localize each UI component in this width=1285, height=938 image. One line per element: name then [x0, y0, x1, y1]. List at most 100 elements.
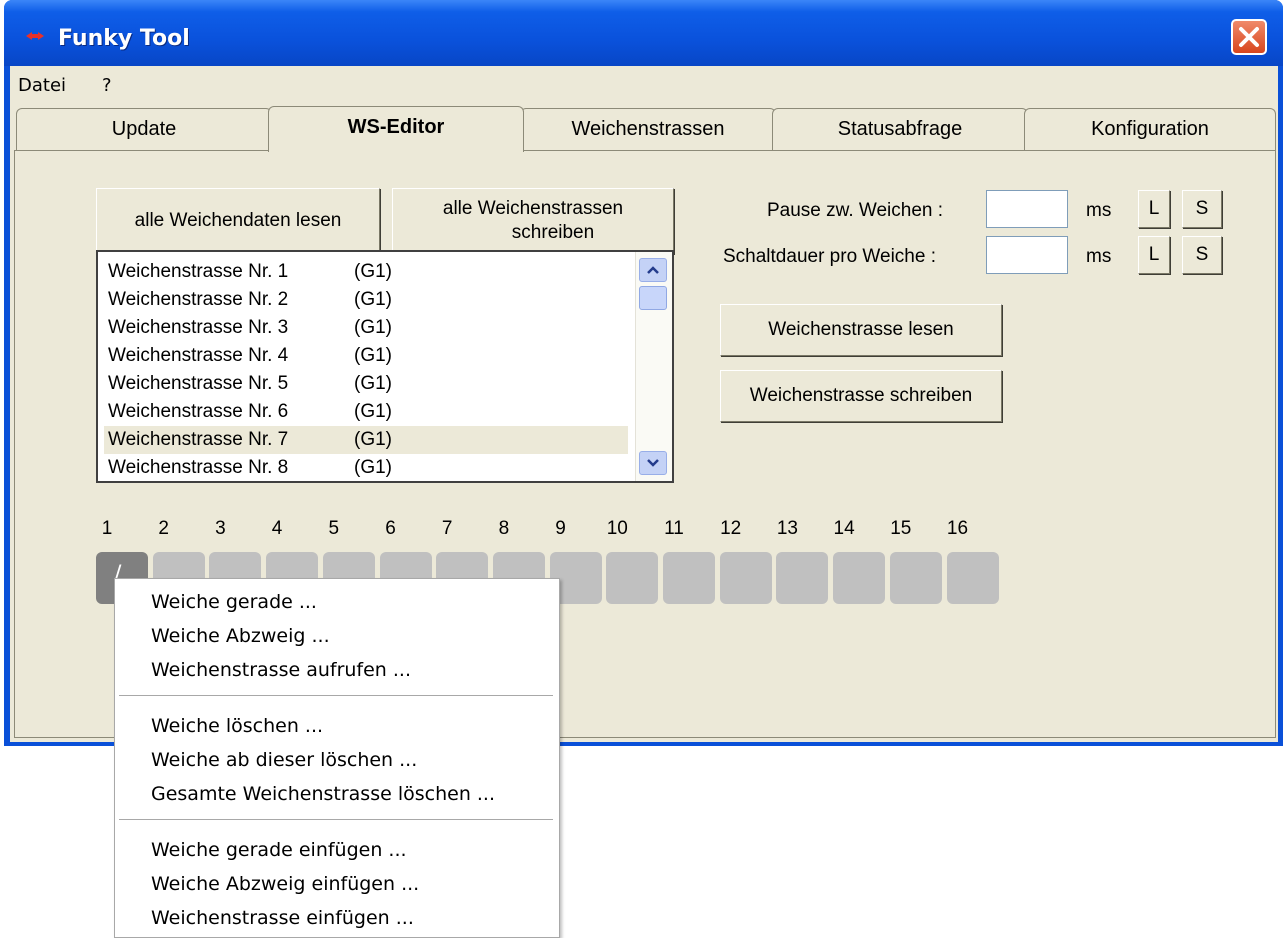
switch-slot[interactable]	[776, 552, 829, 604]
list-item-name: Weichenstrasse Nr. 5	[108, 373, 289, 394]
list-item-group: (G1)	[354, 317, 392, 338]
list-item-group: (G1)	[354, 373, 392, 394]
tab-statusabfrage[interactable]: Statusabfrage	[772, 108, 1028, 150]
list-item-group: (G1)	[354, 401, 392, 422]
switch-slot[interactable]	[946, 552, 999, 604]
duration-save-label: S	[1195, 244, 1209, 265]
app-icon	[26, 32, 44, 40]
read-all-button[interactable]: alle Weichendaten lesen	[96, 188, 380, 254]
slot-number: 15	[890, 518, 912, 539]
duration-load-label: L	[1148, 244, 1160, 265]
duration-save-button[interactable]: S	[1182, 236, 1222, 274]
tab-ws-editor[interactable]: WS-Editor	[268, 106, 524, 152]
chevron-down-icon	[647, 459, 659, 467]
switch-slot[interactable]	[719, 552, 772, 604]
tab-weichenstrassen[interactable]: Weichenstrassen	[520, 108, 776, 150]
list-item[interactable]: Weichenstrasse Nr. 1 (G1)	[104, 258, 628, 286]
read-all-label: alle Weichendaten lesen	[134, 210, 342, 231]
chevron-up-icon	[647, 266, 659, 274]
list-item-group: (G1)	[354, 345, 392, 366]
slot-number: 12	[720, 518, 742, 539]
list-item-group: (G1)	[354, 289, 392, 310]
route-listbox[interactable]: Weichenstrasse Nr. 1 (G1) Weichenstrasse N…	[96, 250, 674, 483]
list-item-name: Weichenstrasse Nr. 8	[108, 457, 289, 478]
write-route-label: Weichenstrasse schreiben	[749, 385, 973, 406]
write-all-button[interactable]: alle Weichenstrassen schreiben	[392, 188, 674, 254]
title-bar[interactable]: Funky Tool	[4, 0, 1283, 66]
write-all-label-line2: schreiben	[511, 222, 595, 243]
list-item-group: (G1)	[354, 429, 392, 450]
switch-slot[interactable]	[889, 552, 942, 604]
list-item-name: Weichenstrasse Nr. 3	[108, 317, 289, 338]
ctx-weiche-loeschen[interactable]: Weiche löschen ...	[151, 715, 323, 737]
slot-number: 7	[441, 518, 453, 539]
tab-konfiguration[interactable]: Konfiguration	[1024, 108, 1276, 150]
context-menu: Weiche gerade ... Weiche Abzweig ... Wei…	[114, 578, 560, 938]
pause-unit: ms	[1086, 200, 1112, 221]
window-title: Funky Tool	[58, 26, 190, 51]
write-route-button[interactable]: Weichenstrasse schreiben	[720, 370, 1002, 422]
duration-load-button[interactable]: L	[1138, 236, 1170, 274]
slot-number: 3	[215, 518, 226, 539]
list-item[interactable]: Weichenstrasse Nr. 3 (G1)	[104, 314, 628, 342]
list-item-group: (G1)	[354, 261, 392, 282]
pause-input[interactable]	[986, 190, 1068, 228]
slot-number: 4	[271, 518, 283, 539]
slot-number: 13	[776, 518, 798, 539]
pause-load-label: L	[1148, 198, 1160, 219]
list-item-name: Weichenstrasse Nr. 6	[108, 401, 289, 422]
menu-bar: Datei ?	[10, 66, 1278, 106]
list-item[interactable]: Weichenstrasse Nr. 2 (G1)	[104, 286, 628, 314]
pause-load-button[interactable]: L	[1138, 190, 1170, 228]
list-item[interactable]: Weichenstrasse Nr. 5 (G1)	[104, 370, 628, 398]
write-all-label-line1: alle Weichenstrassen	[442, 198, 624, 219]
ctx-route-aufrufen[interactable]: Weichenstrasse aufrufen ...	[151, 659, 411, 681]
slot-number: 1	[101, 518, 113, 539]
list-item-name: Weichenstrasse Nr. 4	[108, 345, 289, 366]
read-route-button[interactable]: Weichenstrasse lesen	[720, 304, 1002, 356]
ctx-route-einfuegen[interactable]: Weichenstrasse einfügen ...	[151, 907, 414, 929]
slot-number: 5	[328, 518, 340, 539]
list-item-name: Weichenstrasse Nr. 1	[108, 261, 289, 282]
list-item[interactable]: Weichenstrasse Nr. 4 (G1)	[104, 342, 628, 370]
list-item-group: (G1)	[354, 457, 392, 478]
slot-number: 14	[833, 518, 855, 539]
pause-label: Pause zw. Weichen :	[767, 200, 944, 221]
menu-help[interactable]: ?	[102, 75, 112, 96]
slot-number: 10	[606, 518, 628, 539]
ctx-gerade-einfuegen[interactable]: Weiche gerade einfügen ...	[151, 839, 407, 861]
list-item-name: Weichenstrasse Nr. 2	[108, 289, 289, 310]
pause-save-button[interactable]: S	[1182, 190, 1222, 228]
slot-number: 9	[555, 518, 566, 539]
close-button[interactable]	[1231, 19, 1267, 55]
duration-input[interactable]	[986, 236, 1068, 274]
scroll-thumb[interactable]	[639, 286, 667, 310]
slot-number: 11	[664, 518, 684, 539]
slot-number: 2	[158, 518, 169, 539]
slot-number: 6	[385, 518, 396, 539]
ctx-route-loeschen[interactable]: Gesamte Weichenstrasse löschen ...	[151, 783, 495, 805]
switch-slot[interactable]	[606, 552, 659, 604]
list-item[interactable]: Weichenstrasse Nr. 6 (G1)	[104, 398, 628, 426]
read-route-label: Weichenstrasse lesen	[768, 319, 954, 340]
scroll-down-button[interactable]	[639, 451, 667, 475]
duration-label: Schaltdauer pro Weiche :	[723, 246, 936, 267]
ctx-abzweig-einfuegen[interactable]: Weiche Abzweig einfügen ...	[151, 873, 419, 895]
list-scrollbar[interactable]	[635, 252, 672, 481]
ctx-separator	[119, 819, 553, 820]
ctx-weiche-abzweig[interactable]: Weiche Abzweig ...	[151, 625, 330, 647]
switch-slot[interactable]	[663, 552, 715, 604]
list-item[interactable]: Weichenstrasse Nr. 8 (G1)	[104, 454, 628, 482]
switch-slot[interactable]	[833, 552, 886, 604]
ctx-separator	[119, 695, 553, 696]
pause-save-label: S	[1195, 198, 1209, 219]
list-item-name: Weichenstrasse Nr. 7	[108, 429, 289, 450]
ctx-weiche-gerade[interactable]: Weiche gerade ...	[151, 591, 317, 613]
tab-update[interactable]: Update	[16, 108, 272, 150]
slot-number: 16	[946, 518, 969, 539]
menu-datei[interactable]: Datei	[18, 75, 66, 96]
duration-unit: ms	[1086, 246, 1112, 267]
ctx-ab-dieser-loeschen[interactable]: Weiche ab dieser löschen ...	[151, 749, 417, 771]
scroll-up-button[interactable]	[639, 258, 667, 282]
list-item[interactable]: Weichenstrasse Nr. 7 (G1)	[104, 426, 628, 454]
